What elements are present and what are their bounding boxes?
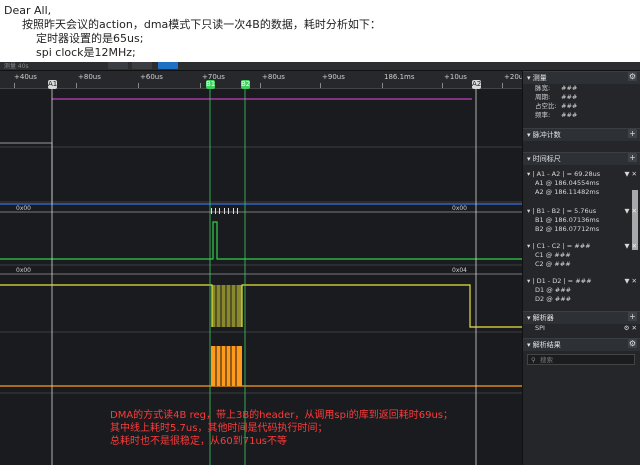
gear-icon[interactable]: ⚙	[628, 339, 637, 348]
annotation-text: DMA的方式读4B reg，带上3B的header，从调用spi的库到返回耗时6…	[110, 410, 454, 447]
gear-icon[interactable]: ⚙	[628, 72, 637, 81]
right-panel: ▾ 测量 ⚙ 脉宽: ### 周期: ### 占空比: ### 频率: ### ▾ 脉冲计…	[522, 71, 640, 465]
logic-analyzer-window: 测量 40s +40us +80us +60us +70us +80us +90…	[0, 62, 640, 465]
results-header[interactable]: ▾ 解析结果 ⚙	[523, 338, 640, 351]
pair-b-header[interactable]: ▾ | B1 - B2 | = 5.76us ▼ ✕	[523, 207, 640, 216]
tick-label: +80us	[262, 73, 285, 81]
email-greeting: Dear All,	[4, 4, 52, 17]
email-clock-line: spi clock是12MHz;	[36, 46, 136, 59]
tick-label: 186.1ms	[384, 73, 415, 81]
ch2-left-value: 0x00	[16, 205, 31, 212]
pair-d-header[interactable]: ▾ | D1 - D2 | = ### ▼ ✕	[523, 277, 640, 286]
marker-a1[interactable]: A1	[48, 80, 57, 89]
marker-b1[interactable]: B1	[206, 80, 215, 89]
email-timer-line: 定时器设置的是65us;	[36, 32, 144, 45]
add-icon[interactable]: +	[628, 153, 637, 162]
toolbar-button-2[interactable]	[132, 62, 152, 69]
add-icon[interactable]: +	[628, 129, 637, 138]
channel-2-trace	[0, 221, 522, 260]
add-icon[interactable]: +	[628, 312, 637, 321]
measure-section: ▾ 测量 ⚙ 脉宽: ### 周期: ### 占空比: ### 频率: ###	[523, 71, 640, 120]
marker-b2[interactable]: B2	[241, 80, 250, 89]
search-icon: ⚲	[531, 356, 536, 364]
analyzer-item[interactable]: SPI ⚙ ✕	[523, 324, 640, 333]
channel-3-trace	[0, 284, 213, 327]
tick-label: +40us	[14, 73, 37, 81]
ch3-right-value: 0x04	[452, 267, 467, 274]
tick-label: +60us	[140, 73, 163, 81]
analyzer-section: ▾ 解析器 + SPI ⚙ ✕	[523, 311, 640, 333]
time-ruler[interactable]: +40us +80us +60us +70us +80us +90us 186.…	[0, 71, 524, 89]
email-intro: 按照昨天会议的action，dma模式下只读一次4B的数据，耗时分析如下：	[22, 18, 381, 31]
tick-label: +20u	[504, 73, 524, 81]
measure-header[interactable]: ▾ 测量 ⚙	[523, 71, 640, 84]
email-body: Dear All, 按照昨天会议的action，dma模式下只读一次4B的数据，…	[0, 0, 640, 62]
pulse-counter-section: ▾ 脉冲计数 +	[523, 128, 640, 141]
analyzer-header[interactable]: ▾ 解析器 +	[523, 311, 640, 324]
toolbar-button-active[interactable]	[158, 62, 178, 69]
tick-label: +80us	[78, 73, 101, 81]
timing-marker-header[interactable]: ▾ 时间标尺 +	[523, 152, 640, 165]
marker-a2[interactable]: A2	[472, 80, 481, 89]
ch2-right-value: 0x00	[452, 205, 467, 212]
toolbar: 测量 40s	[0, 62, 640, 71]
pair-c-header[interactable]: ▾ | C1 - C2 | = ### ▼ ✕	[523, 242, 640, 251]
pair-a-header[interactable]: ▾ | A1 - A2 | = 69.28us ▼ ✕	[523, 170, 640, 179]
toolbar-button-1[interactable]	[108, 62, 128, 69]
gear-icon: ⚙ ✕	[623, 324, 637, 332]
ch3-left-value: 0x00	[16, 267, 31, 274]
zoom-label: 测量 40s	[4, 63, 29, 70]
search-input[interactable]: ⚲ 搜索 0	[527, 354, 640, 365]
page-scrollbar[interactable]	[632, 190, 638, 250]
results-section: ▾ 解析结果⚙ ⚲ 搜索 0	[523, 338, 640, 365]
tick-label: +10us	[444, 73, 467, 81]
tick-label: +90us	[322, 73, 345, 81]
pulse-counter-header[interactable]: ▾ 脉冲计数 +	[523, 128, 640, 141]
timing-marker-section: ▾ 时间标尺 + ▾ | A1 - A2 | = 69.28us ▼ ✕ A1 @…	[523, 152, 640, 304]
